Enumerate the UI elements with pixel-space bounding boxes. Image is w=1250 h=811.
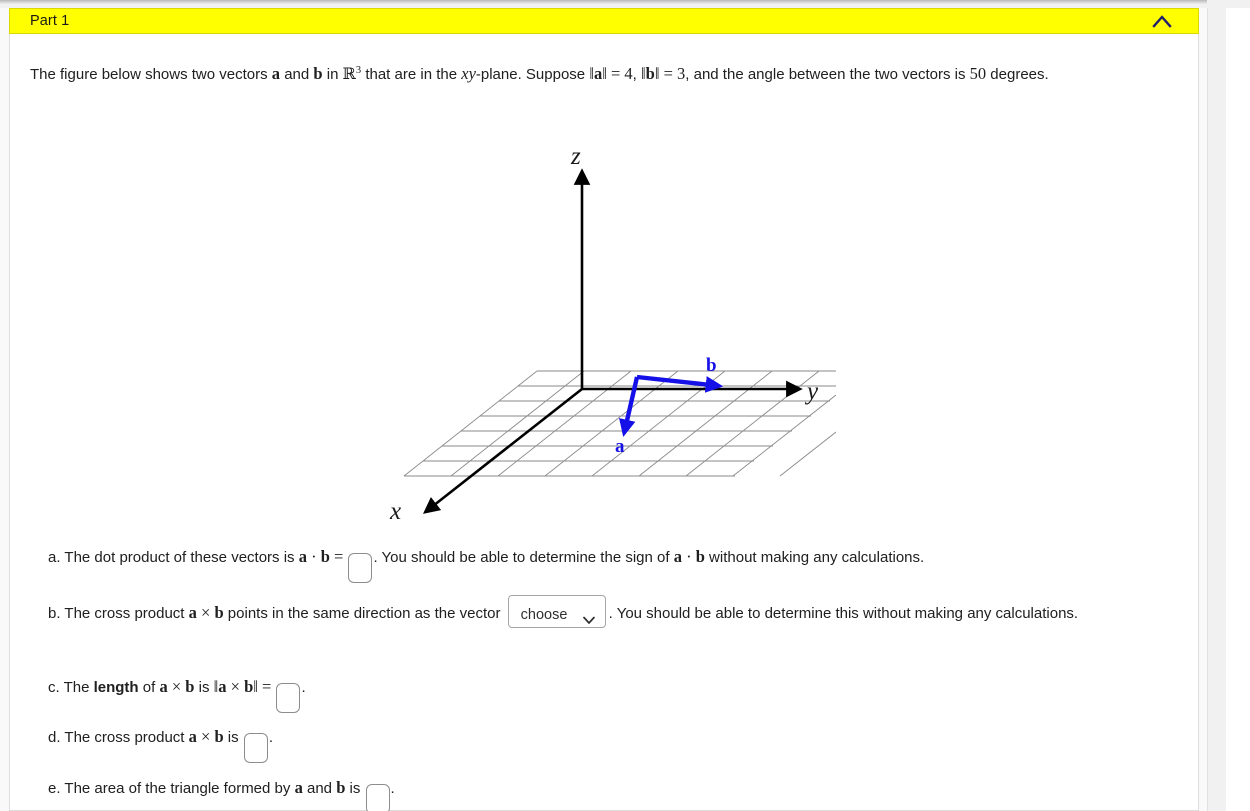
x-axis-label: x bbox=[389, 498, 401, 521]
item-b-text-1: The cross product bbox=[64, 605, 189, 622]
screen: Part 1 The figure below shows two vector… bbox=[0, 0, 1250, 811]
item-e-vec-a: a bbox=[294, 778, 303, 797]
vertical-scrollbar[interactable] bbox=[1207, 8, 1227, 811]
cross-product-input[interactable] bbox=[243, 732, 268, 763]
figure-background bbox=[375, 131, 836, 521]
prompt-norm-a-value: 4 bbox=[624, 64, 633, 83]
item-e-text-2: and bbox=[302, 780, 337, 797]
item-d-marker: d. bbox=[48, 729, 61, 746]
item-a-equals: = bbox=[329, 547, 348, 566]
item-d-period: . bbox=[268, 729, 273, 746]
prompt-text-7: degrees. bbox=[986, 66, 1049, 83]
item-a-dot-op-2: · bbox=[681, 547, 696, 566]
prompt-real-space-symbol: ℝ bbox=[342, 64, 356, 83]
prompt-angle-value: 50 bbox=[969, 64, 987, 83]
vector-figure: z y x b a bbox=[375, 131, 836, 521]
figure-svg: z y x b a bbox=[375, 131, 836, 521]
top-shadow bbox=[0, 0, 1207, 4]
item-e-period: . bbox=[390, 780, 395, 797]
item-b-text-3: . You should be able to determine this w… bbox=[608, 605, 1079, 622]
prompt-norm-b: ‖b‖ bbox=[641, 64, 660, 83]
item-c-text-3: is bbox=[194, 679, 214, 696]
question-prompt: The figure below shows two vectors a and… bbox=[30, 58, 1165, 88]
prompt-plane-y: y bbox=[468, 64, 476, 83]
item-b: b. The cross product a × b points in the… bbox=[48, 595, 1138, 628]
prompt-vector-a: a bbox=[271, 64, 281, 83]
item-a-vec-b-1: b bbox=[320, 547, 330, 566]
item-b-vec-b: b bbox=[214, 603, 224, 622]
prompt-comma: , bbox=[632, 66, 641, 83]
page-content: Part 1 The figure below shows two vector… bbox=[0, 8, 1207, 811]
item-e-vec-b: b bbox=[336, 778, 346, 797]
direction-select[interactable]: choose bbox=[507, 595, 606, 628]
item-b-cross-op: × bbox=[196, 603, 215, 622]
z-axis-label: z bbox=[570, 143, 581, 170]
question-card: The figure below shows two vectors a and… bbox=[9, 34, 1199, 811]
chevron-up-icon[interactable] bbox=[1148, 11, 1176, 33]
vector-b-label: b bbox=[706, 355, 717, 376]
vector-a-label: a bbox=[615, 436, 625, 457]
item-c-norm-expression: ‖a × b‖ bbox=[213, 677, 258, 696]
item-d: d. The cross product a × b is . bbox=[48, 724, 748, 763]
prompt-text-6: , and the angle between the two vectors … bbox=[685, 66, 970, 83]
item-c-marker: c. bbox=[48, 679, 60, 696]
item-a-dot-op-1: · bbox=[306, 547, 321, 566]
item-e: e. The area of the triangle formed by a … bbox=[48, 775, 748, 811]
part-title: Part 1 bbox=[30, 13, 70, 29]
prompt-text-3: in bbox=[322, 66, 343, 83]
dot-product-input[interactable] bbox=[348, 552, 373, 583]
item-e-text-1: The area of the triangle formed by bbox=[64, 780, 295, 797]
item-d-cross-op: × bbox=[196, 727, 215, 746]
item-a-text-3: without making any calculations. bbox=[704, 549, 925, 566]
item-a-marker: a. bbox=[48, 549, 61, 566]
prompt-vector-b: b bbox=[313, 64, 323, 83]
item-d-vec-b: b bbox=[214, 727, 224, 746]
prompt-text-2: and bbox=[280, 66, 314, 83]
item-e-text-3: is bbox=[345, 780, 365, 797]
prompt-text-5: -plane. Suppose bbox=[475, 66, 590, 83]
item-e-marker: e. bbox=[48, 780, 61, 797]
item-c-text-1: The bbox=[63, 679, 94, 696]
prompt-eq-1: = bbox=[606, 64, 625, 83]
prompt-text-4: that are in the bbox=[361, 66, 462, 83]
item-a-text-2: . You should be able to determine the si… bbox=[373, 549, 674, 566]
prompt-norm-a: ‖a‖ bbox=[589, 64, 607, 83]
prompt-text-1: The figure below shows two vectors bbox=[30, 66, 272, 83]
item-c-text-2: of bbox=[138, 679, 160, 696]
prompt-plane-x: x bbox=[461, 64, 469, 83]
cross-length-input[interactable] bbox=[276, 682, 301, 713]
part-header: Part 1 bbox=[9, 8, 1199, 34]
triangle-area-input[interactable] bbox=[365, 783, 390, 811]
item-a-vec-a-2: a bbox=[673, 547, 682, 566]
item-a-text-1: The dot product of these vectors is bbox=[64, 549, 299, 566]
item-b-text-2: points in the same direction as the vect… bbox=[223, 605, 505, 622]
item-d-text-1: The cross product bbox=[64, 729, 189, 746]
direction-select-value: choose bbox=[520, 607, 568, 623]
item-c-equals: = bbox=[257, 677, 276, 696]
y-axis-label: y bbox=[804, 378, 819, 405]
item-c-vec-a-1: a bbox=[159, 677, 168, 696]
item-a: a. The dot product of these vectors is a… bbox=[48, 544, 1168, 583]
prompt-eq-2: = bbox=[659, 64, 678, 83]
item-c-period: . bbox=[301, 679, 306, 696]
chevron-down-icon bbox=[582, 608, 595, 634]
item-b-marker: b. bbox=[48, 605, 61, 622]
item-d-vec-a: a bbox=[188, 727, 197, 746]
item-c-bold-length: length bbox=[93, 679, 139, 696]
outer-right-margin bbox=[1226, 8, 1250, 811]
item-a-vec-b-2: b bbox=[695, 547, 705, 566]
item-c-cross-op-1: × bbox=[167, 677, 186, 696]
item-d-text-2: is bbox=[223, 729, 243, 746]
item-b-vec-a: a bbox=[188, 603, 197, 622]
item-a-vec-a-1: a bbox=[298, 547, 307, 566]
item-c: c. The length of a × b is ‖a × b‖ = . bbox=[48, 674, 748, 713]
